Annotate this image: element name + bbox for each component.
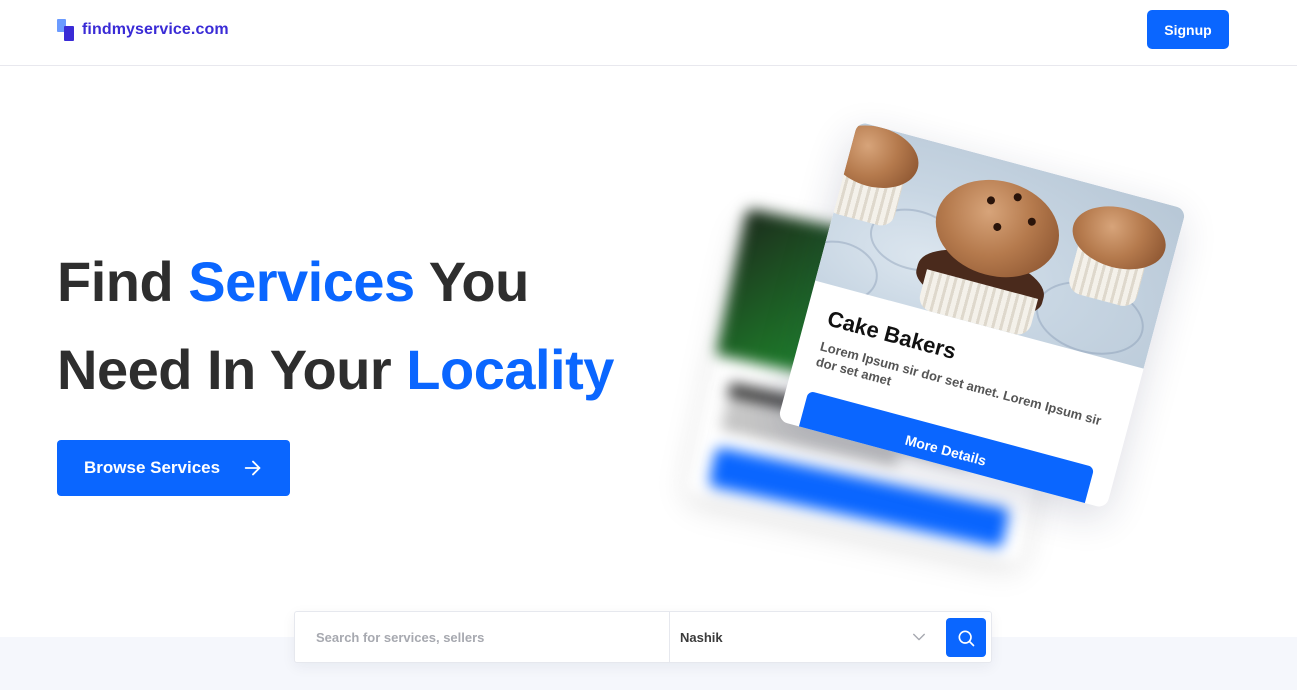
arrow-right-icon (244, 460, 261, 476)
top-navbar: findmyservice.com Signup (0, 0, 1297, 66)
headline-line-1: Find Services You (57, 238, 614, 326)
headline-line-2: Need In Your Locality (57, 326, 614, 414)
headline-accent-services: Services (188, 250, 415, 313)
logo-icon (57, 19, 75, 41)
chevron-down-icon (913, 633, 925, 641)
search-icon (958, 630, 975, 646)
logo[interactable]: findmyservice.com (57, 19, 229, 41)
hero-headline: Find Services You Need In Your Locality (57, 238, 614, 414)
location-value: Nashik (680, 629, 723, 645)
search-input[interactable] (295, 612, 669, 662)
headline-accent-locality: Locality (406, 338, 614, 401)
headline-text: Find (57, 250, 189, 313)
search-bar: Nashik (294, 611, 992, 663)
browse-services-button[interactable]: Browse Services (57, 440, 290, 496)
search-button[interactable] (946, 618, 986, 657)
browse-services-label: Browse Services (84, 458, 221, 477)
headline-text: You (414, 250, 530, 313)
signup-button[interactable]: Signup (1147, 10, 1229, 49)
page: findmyservice.com Signup Find Services Y… (0, 0, 1297, 690)
location-select[interactable]: Nashik (670, 612, 940, 662)
logo-text: findmyservice.com (82, 21, 229, 38)
headline-text: Need In Your (57, 338, 407, 401)
